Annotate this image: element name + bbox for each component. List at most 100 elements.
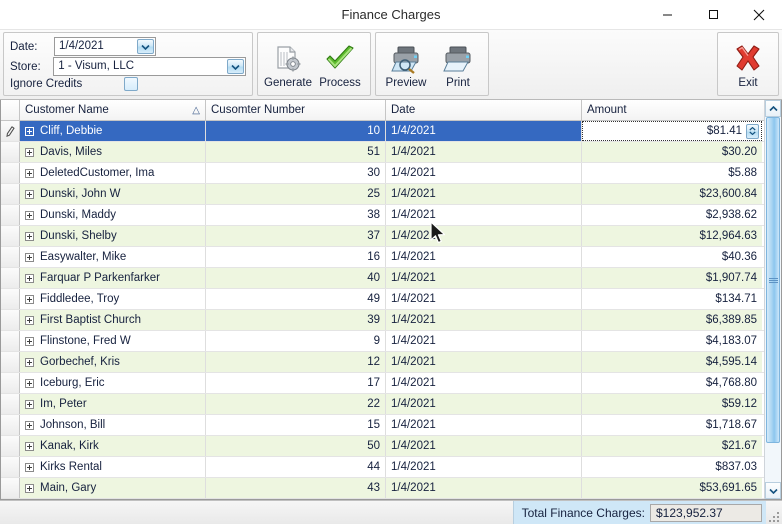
row-edit-indicator[interactable]	[1, 121, 20, 141]
cell-customer-number[interactable]: 25	[206, 184, 386, 204]
cell-date[interactable]: 1/4/2021	[386, 373, 582, 393]
cell-customer-number[interactable]: 39	[206, 310, 386, 330]
cell-customer-number[interactable]: 30	[206, 163, 386, 183]
table-row[interactable]: First Baptist Church 39 1/4/2021 $6,389.85	[1, 310, 764, 331]
cell-customer-name[interactable]: Iceburg, Eric	[20, 373, 206, 393]
vertical-scroll-track[interactable]	[765, 117, 781, 482]
cell-customer-name[interactable]: Kirks Rental	[20, 457, 206, 477]
expand-row-icon[interactable]	[25, 273, 34, 283]
close-button[interactable]	[736, 0, 782, 30]
row-indicator[interactable]	[1, 142, 20, 162]
expand-row-icon[interactable]	[25, 294, 34, 304]
exit-button[interactable]: Exit	[722, 34, 774, 94]
cell-amount[interactable]: $21.67	[582, 436, 762, 456]
cell-amount[interactable]: $6,389.85	[582, 310, 762, 330]
cell-customer-name[interactable]: Main, Gary	[20, 478, 206, 498]
table-row[interactable]: Kanak, Kirk 50 1/4/2021 $21.67	[1, 436, 764, 457]
date-combo[interactable]: 1/4/2021	[54, 37, 156, 56]
cell-amount[interactable]: $12,964.63	[582, 226, 762, 246]
cell-customer-number[interactable]: 49	[206, 289, 386, 309]
row-indicator[interactable]	[1, 352, 20, 372]
expand-row-icon[interactable]	[25, 399, 34, 409]
cell-date[interactable]: 1/4/2021	[386, 478, 582, 498]
cell-customer-number[interactable]: 12	[206, 352, 386, 372]
cell-amount[interactable]: $1,718.67	[582, 415, 762, 435]
cell-customer-name[interactable]: Dunski, John W	[20, 184, 206, 204]
cell-customer-number[interactable]: 43	[206, 478, 386, 498]
cell-customer-name[interactable]: Cliff, Debbie	[20, 121, 206, 141]
cell-date[interactable]: 1/4/2021	[386, 247, 582, 267]
cell-date[interactable]: 1/4/2021	[386, 415, 582, 435]
expand-row-icon[interactable]	[25, 336, 34, 346]
cell-customer-name[interactable]: First Baptist Church	[20, 310, 206, 330]
row-indicator[interactable]	[1, 268, 20, 288]
table-row[interactable]: Im, Peter 22 1/4/2021 $59.12	[1, 394, 764, 415]
generate-button[interactable]: Generate	[262, 34, 314, 94]
preview-button[interactable]: Preview	[380, 34, 432, 94]
cell-date[interactable]: 1/4/2021	[386, 142, 582, 162]
cell-amount[interactable]: $134.71	[582, 289, 762, 309]
cell-date[interactable]: 1/4/2021	[386, 331, 582, 351]
cell-date[interactable]: 1/4/2021	[386, 121, 582, 141]
row-indicator[interactable]	[1, 331, 20, 351]
cell-customer-number[interactable]: 40	[206, 268, 386, 288]
cell-date[interactable]: 1/4/2021	[386, 205, 582, 225]
row-indicator[interactable]	[1, 163, 20, 183]
resize-grip-icon[interactable]	[766, 501, 782, 524]
table-row[interactable]: DeletedCustomer, Ima 30 1/4/2021 $5.88	[1, 163, 764, 184]
cell-date[interactable]: 1/4/2021	[386, 394, 582, 414]
cell-date[interactable]: 1/4/2021	[386, 352, 582, 372]
table-row[interactable]: Fiddledee, Troy 49 1/4/2021 $134.71	[1, 289, 764, 310]
expand-row-icon[interactable]	[25, 378, 34, 388]
cell-amount[interactable]: $30.20	[582, 142, 762, 162]
cell-amount[interactable]: $40.36	[582, 247, 762, 267]
expand-row-icon[interactable]	[25, 315, 34, 325]
expand-row-icon[interactable]	[25, 126, 34, 136]
row-indicator[interactable]	[1, 247, 20, 267]
cell-customer-name[interactable]: Farquar P Parkenfarker	[20, 268, 206, 288]
expand-row-icon[interactable]	[25, 441, 34, 451]
row-indicator[interactable]	[1, 226, 20, 246]
cell-amount[interactable]: $4,768.80	[582, 373, 762, 393]
row-indicator[interactable]	[1, 415, 20, 435]
cell-amount[interactable]: $4,595.14	[582, 352, 762, 372]
table-row[interactable]: Dunski, Shelby 37 1/4/2021 $12,964.63	[1, 226, 764, 247]
amount-editor[interactable]: $81.41	[582, 121, 762, 141]
cell-amount[interactable]: $837.03	[582, 457, 762, 477]
scroll-down-button[interactable]	[765, 482, 781, 499]
expand-row-icon[interactable]	[25, 483, 34, 493]
cell-customer-name[interactable]: Davis, Miles	[20, 142, 206, 162]
vertical-scroll-thumb[interactable]	[766, 117, 780, 443]
chevron-down-icon[interactable]	[227, 59, 244, 74]
cell-amount[interactable]: $4,183.07	[582, 331, 762, 351]
cell-customer-number[interactable]: 10	[206, 121, 386, 141]
expand-row-icon[interactable]	[25, 462, 34, 472]
row-indicator[interactable]	[1, 478, 20, 498]
cell-amount[interactable]: $1,907.74	[582, 268, 762, 288]
expand-row-icon[interactable]	[25, 210, 34, 220]
cell-date[interactable]: 1/4/2021	[386, 436, 582, 456]
table-row[interactable]: Davis, Miles 51 1/4/2021 $30.20	[1, 142, 764, 163]
table-row[interactable]: Dunski, Maddy 38 1/4/2021 $2,938.62	[1, 205, 764, 226]
cell-amount[interactable]: $5.88	[582, 163, 762, 183]
table-row[interactable]: Farquar P Parkenfarker 40 1/4/2021 $1,907.7…	[1, 268, 764, 289]
table-row[interactable]: Flinstone, Fred W 9 1/4/2021 $4,183.07	[1, 331, 764, 352]
cell-date[interactable]: 1/4/2021	[386, 457, 582, 477]
cell-customer-number[interactable]: 38	[206, 205, 386, 225]
cell-customer-name[interactable]: Kanak, Kirk	[20, 436, 206, 456]
row-indicator[interactable]	[1, 457, 20, 477]
table-row[interactable]: Main, Gary 43 1/4/2021 $53,691.65	[1, 478, 764, 499]
vertical-scrollbar[interactable]	[764, 100, 781, 499]
cell-customer-name[interactable]: Fiddledee, Troy	[20, 289, 206, 309]
amount-spinner[interactable]	[746, 123, 759, 139]
cell-customer-number[interactable]: 15	[206, 415, 386, 435]
cell-amount[interactable]: $2,938.62	[582, 205, 762, 225]
cell-customer-name[interactable]: Dunski, Maddy	[20, 205, 206, 225]
row-indicator[interactable]	[1, 394, 20, 414]
cell-customer-number[interactable]: 22	[206, 394, 386, 414]
cell-amount[interactable]: $53,691.65	[582, 478, 762, 498]
minimize-button[interactable]	[644, 0, 690, 30]
column-header-date[interactable]: Date	[386, 100, 582, 120]
row-indicator[interactable]	[1, 310, 20, 330]
cell-date[interactable]: 1/4/2021	[386, 289, 582, 309]
